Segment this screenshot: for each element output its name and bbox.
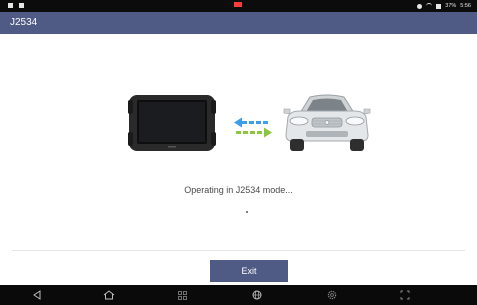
- browser-icon[interactable]: [250, 289, 264, 301]
- sync-icon: [417, 3, 423, 9]
- system-navigation-bar: [0, 285, 477, 305]
- system-status-bar: 37% 5:56: [0, 0, 477, 12]
- footer-divider: [12, 250, 465, 251]
- apps-icon[interactable]: [175, 289, 189, 301]
- back-icon[interactable]: [30, 289, 44, 301]
- home-icon[interactable]: [102, 289, 116, 301]
- vehicle-image: [283, 94, 371, 151]
- notification-icons: [8, 3, 24, 8]
- tablet-device-image: [128, 95, 216, 151]
- recording-indicator-icon: [232, 2, 242, 8]
- title-bar: J2534: [0, 12, 477, 34]
- notification-icon: [19, 3, 24, 8]
- page-title: J2534: [10, 17, 38, 28]
- clock: 5:56: [460, 3, 471, 9]
- loading-indicator: [246, 211, 248, 213]
- notification-icon: [8, 3, 13, 8]
- settings-icon[interactable]: [325, 289, 339, 301]
- screenshot-icon[interactable]: [398, 289, 412, 301]
- system-indicators: 37% 5:56: [417, 3, 471, 9]
- connection-status-text: Operating in J2534 mode...: [184, 185, 293, 195]
- exit-button[interactable]: Exit: [210, 260, 288, 282]
- wifi-icon: [426, 3, 433, 9]
- connection-arrows-icon: [234, 117, 272, 138]
- battery-level: 37%: [445, 3, 457, 9]
- main-content: Operating in J2534 mode...: [0, 34, 477, 249]
- battery-icon: [436, 3, 442, 9]
